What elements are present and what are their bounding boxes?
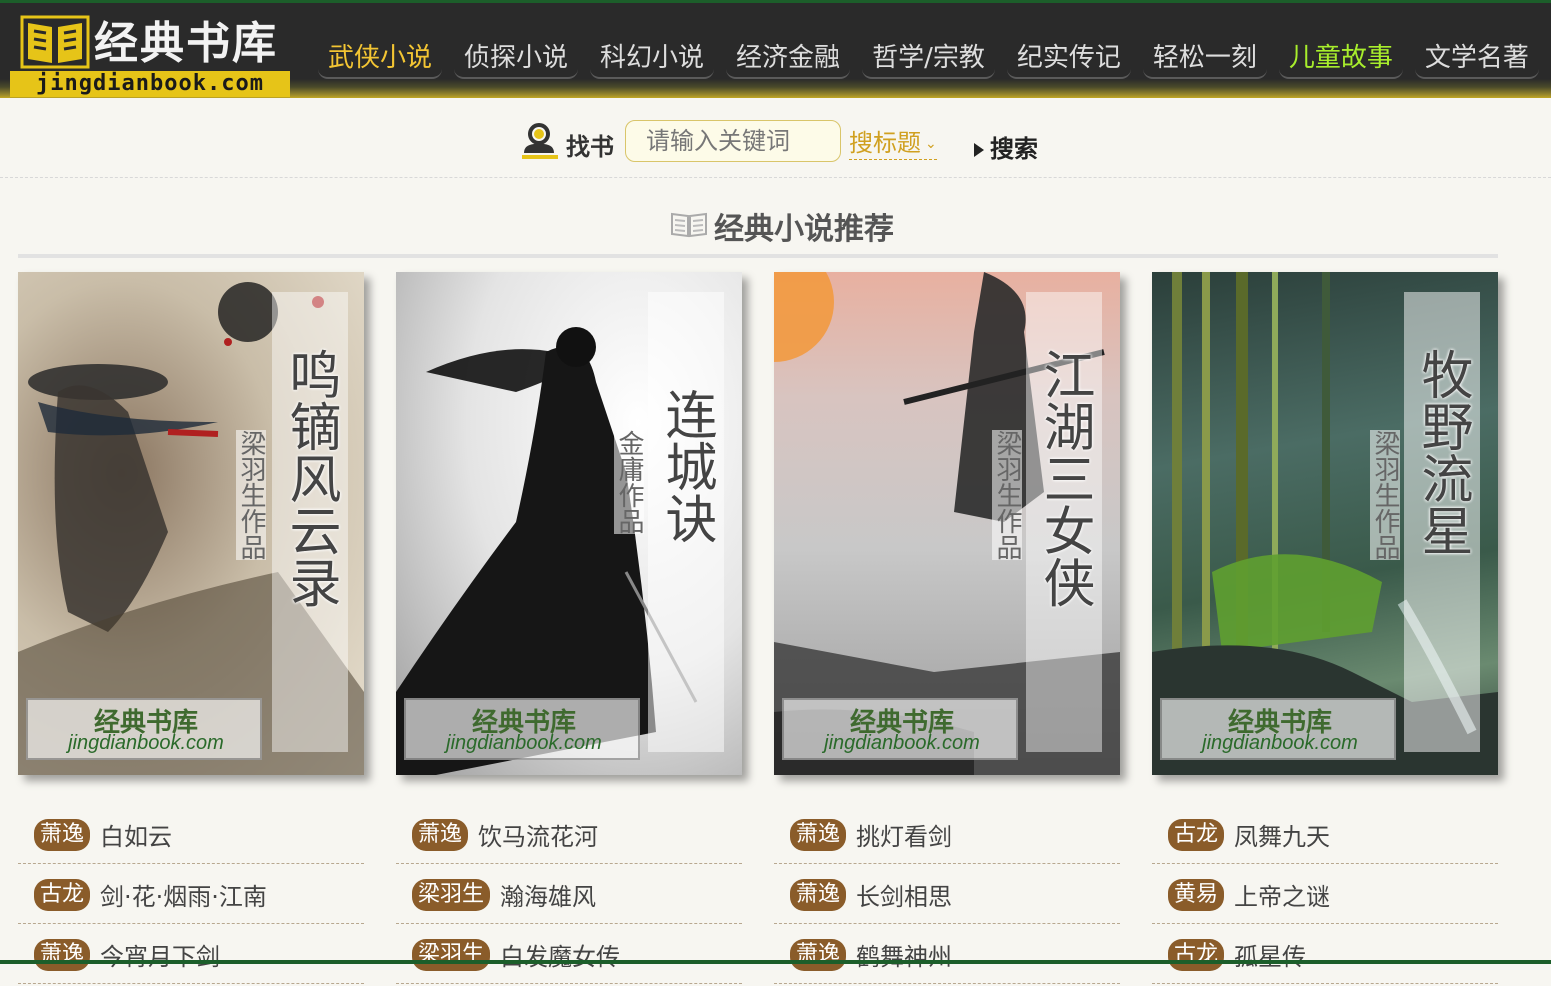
author-badge: 萧逸 (34, 818, 91, 851)
cover-author: 梁羽生作品 (1370, 430, 1400, 560)
cover-author: 金庸作品 (614, 430, 644, 534)
search-bar: 找书 搜标题⌄ 搜索 (0, 99, 1551, 178)
bottom-border (0, 960, 1551, 964)
book-list: 古龙 凤舞九天 黄易 上帝之谜 古龙 孤星传 (1152, 806, 1498, 986)
list-item[interactable]: 萧逸 挑灯看剑 (774, 806, 1120, 864)
list-item[interactable]: 黄易 上帝之谜 (1152, 866, 1498, 924)
book-link[interactable]: 白发魔女传 (500, 937, 620, 972)
nav-item-biography[interactable]: 纪实传记 (1006, 39, 1131, 79)
list-item[interactable]: 古龙 剑·花·烟雨·江南 (18, 866, 364, 924)
list-item[interactable]: 梁羽生 瀚海雄风 (396, 866, 742, 924)
author-badge: 萧逸 (790, 878, 847, 911)
chevron-down-icon: ⌄ (925, 136, 937, 152)
cover-title: 连城诀 (656, 388, 716, 544)
nav-item-detective[interactable]: 侦探小说 (454, 39, 579, 79)
logo-url: jingdianbook.com (10, 71, 290, 97)
book-list: 萧逸 白如云 古龙 剑·花·烟雨·江南 萧逸 今宵月下剑 (18, 806, 364, 986)
book-link[interactable]: 剑·花·烟雨·江南 (100, 877, 267, 912)
list-item[interactable]: 萧逸 白如云 (18, 806, 364, 864)
cover-title-strip: 鸣镝风云录 (272, 292, 348, 752)
site-logo[interactable]: 经典书库 jingdianbook.com (10, 11, 290, 99)
nav-item-wuxia[interactable]: 武侠小说 (318, 39, 443, 79)
watermark-url: jingdianbook.com (1202, 732, 1358, 754)
cover-title: 江湖三女侠 (1034, 348, 1094, 608)
section-title: 经典小说推荐 (714, 212, 894, 247)
cover-author: 梁羽生作品 (992, 430, 1022, 560)
book-list: 萧逸 挑灯看剑 萧逸 长剑相思 萧逸 鹤舞神州 (774, 806, 1120, 986)
nav-item-humor[interactable]: 轻松一刻 (1142, 39, 1267, 79)
cover-author: 梁羽生作品 (236, 430, 266, 560)
logo-title: 经典书库 (94, 18, 278, 69)
watermark-url: jingdianbook.com (68, 732, 224, 754)
book-link[interactable]: 长剑相思 (856, 877, 952, 912)
section-header: 经典小说推荐 (18, 196, 1498, 258)
book-link[interactable]: 挑灯看剑 (856, 817, 952, 852)
book-link[interactable]: 上帝之谜 (1234, 877, 1330, 912)
book-link[interactable]: 鹤舞神州 (856, 937, 952, 972)
nav-item-children[interactable]: 儿童故事 (1278, 39, 1403, 79)
author-badge: 梁羽生 (412, 938, 491, 971)
nav-item-classics[interactable]: 文学名著 (1414, 39, 1539, 79)
list-item[interactable]: 萧逸 鹤舞神州 (774, 926, 1120, 984)
author-badge: 萧逸 (790, 938, 847, 971)
book-link[interactable]: 瀚海雄风 (500, 877, 596, 912)
author-badge: 古龙 (34, 878, 91, 911)
author-badge: 萧逸 (412, 818, 469, 851)
author-badge: 梁羽生 (412, 878, 491, 911)
search-label: 找书 (566, 133, 614, 161)
nav-item-philosophy[interactable]: 哲学/宗教 (862, 39, 995, 79)
cover-title-strip: 牧野流星 (1404, 292, 1480, 752)
watermark-url: jingdianbook.com (824, 732, 980, 754)
search-button[interactable]: 搜索 (974, 129, 1038, 164)
search-button-label: 搜索 (990, 135, 1038, 163)
book-cover[interactable]: 连城诀 金庸作品 经典书库 jingdianbook.com (396, 272, 742, 775)
book-logo-icon (20, 15, 90, 69)
main-nav: 武侠小说 侦探小说 科幻小说 经济金融 哲学/宗教 纪实传记 轻松一刻 儿童故事… (318, 39, 1551, 79)
search-type-select[interactable]: 搜标题 ⌄ (849, 123, 937, 160)
author-badge: 古龙 (1168, 938, 1225, 971)
user-search-icon (522, 123, 558, 159)
play-arrow-icon (974, 143, 984, 157)
book-link[interactable]: 凤舞九天 (1234, 817, 1330, 852)
author-badge: 萧逸 (790, 818, 847, 851)
search-input[interactable] (625, 120, 841, 162)
cover-watermark: 经典书库 jingdianbook.com (404, 698, 640, 760)
author-badge: 萧逸 (34, 938, 91, 971)
search-type-label: 搜标题 (849, 129, 921, 157)
book-link[interactable]: 白如云 (100, 817, 172, 852)
author-badge: 古龙 (1168, 818, 1225, 851)
cover-watermark: 经典书库 jingdianbook.com (1160, 698, 1396, 760)
list-item[interactable]: 萧逸 长剑相思 (774, 866, 1120, 924)
cover-title: 鸣镝风云录 (280, 348, 340, 608)
book-cover[interactable]: 牧野流星 梁羽生作品 经典书库 jingdianbook.com (1152, 272, 1498, 775)
author-badge: 黄易 (1168, 878, 1225, 911)
list-item[interactable]: 萧逸 今宵月下剑 (18, 926, 364, 984)
site-header: 经典书库 jingdianbook.com 武侠小说 侦探小说 科幻小说 经济金… (0, 0, 1551, 98)
list-item[interactable]: 古龙 孤星传 (1152, 926, 1498, 984)
cover-title-strip: 连城诀 (648, 292, 724, 752)
watermark-url: jingdianbook.com (446, 732, 602, 754)
cover-watermark: 经典书库 jingdianbook.com (26, 698, 262, 760)
book-list: 萧逸 饮马流花河 梁羽生 瀚海雄风 梁羽生 白发魔女传 (396, 806, 742, 986)
list-item[interactable]: 古龙 凤舞九天 (1152, 806, 1498, 864)
nav-item-finance[interactable]: 经济金融 (726, 39, 851, 79)
book-cover[interactable]: 鸣镝风云录 梁羽生作品 经典书库 jingdianbook.com (18, 272, 364, 775)
book-link[interactable]: 孤星传 (1234, 937, 1306, 972)
book-cover[interactable]: 江湖三女侠 梁羽生作品 经典书库 jingdianbook.com (774, 272, 1120, 775)
open-book-icon (671, 212, 707, 238)
list-item[interactable]: 萧逸 饮马流花河 (396, 806, 742, 864)
cover-watermark: 经典书库 jingdianbook.com (782, 698, 1018, 760)
cover-title: 牧野流星 (1412, 348, 1472, 556)
book-link[interactable]: 饮马流花河 (478, 817, 598, 852)
book-link[interactable]: 今宵月下剑 (100, 937, 220, 972)
list-item[interactable]: 梁羽生 白发魔女传 (396, 926, 742, 984)
nav-item-scifi[interactable]: 科幻小说 (590, 39, 715, 79)
cover-title-strip: 江湖三女侠 (1026, 292, 1102, 752)
